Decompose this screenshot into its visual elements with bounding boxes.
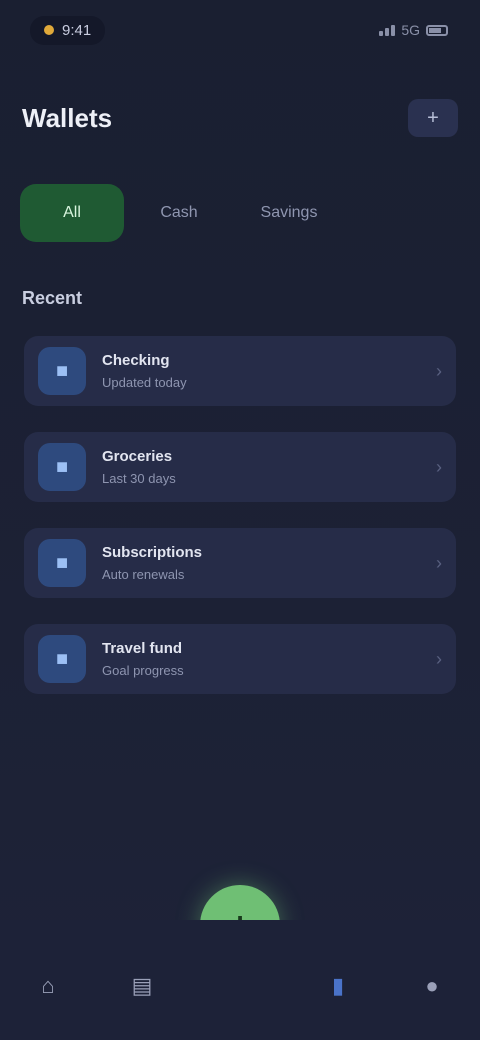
bank-icon: ■ [38, 347, 86, 395]
repeat-icon: ■ [38, 539, 86, 587]
list-item[interactable]: ■ Checking Updated today › [24, 336, 456, 406]
status-time: 9:41 [62, 21, 92, 39]
user-icon: ● [425, 973, 439, 998]
nav-cards[interactable]: ▮ [316, 964, 360, 1008]
home-icon: ⌂ [41, 973, 55, 998]
nav-home[interactable]: ⌂ [26, 964, 70, 1008]
add-wallet-button[interactable]: + [408, 99, 458, 137]
filter-tabs: All Cash Savings [20, 182, 460, 244]
status-indicators: 5G [379, 22, 448, 38]
tab-cash[interactable]: Cash [134, 184, 224, 242]
list-item-subtitle: Updated today [102, 375, 187, 390]
page-title: Wallets [22, 102, 113, 133]
nav-profile[interactable]: ● [410, 964, 454, 1008]
list-item-text: Checking Updated today [102, 352, 187, 390]
cart-icon: ■ [38, 443, 86, 491]
bottom-nav: ⌂ ▤ ▮ ● [0, 920, 480, 1040]
chart-icon: ▤ [131, 973, 153, 998]
list-item-subtitle: Goal progress [102, 663, 184, 678]
status-time-pill: 9:41 [30, 15, 106, 45]
list-item-text: Groceries Last 30 days [102, 448, 176, 486]
section-label: Recent [22, 288, 83, 308]
list-item[interactable]: ■ Travel fund Goal progress › [24, 624, 456, 694]
status-dot-icon [44, 25, 54, 35]
signal-icon [379, 24, 396, 36]
nav-stats[interactable]: ▤ [120, 964, 164, 1008]
list-item-title: Groceries [102, 448, 173, 465]
list-item[interactable]: ■ Subscriptions Auto renewals › [24, 528, 456, 598]
list-item-text: Travel fund Goal progress [102, 640, 184, 678]
chevron-right-icon: › [436, 456, 442, 477]
chevron-right-icon: › [436, 360, 442, 381]
status-bar: 9:41 5G [0, 0, 480, 60]
plus-icon: + [427, 106, 439, 129]
tab-all[interactable]: All [20, 184, 124, 242]
list-item[interactable]: ■ Groceries Last 30 days › [24, 432, 456, 502]
chevron-right-icon: › [436, 552, 442, 573]
battery-icon [426, 24, 448, 36]
list-item-subtitle: Auto renewals [102, 567, 185, 582]
list-item-title: Checking [102, 352, 170, 369]
list-item-subtitle: Last 30 days [102, 471, 176, 486]
network-label: 5G [401, 22, 420, 38]
list-item-text: Subscriptions Auto renewals [102, 544, 202, 582]
list-item-title: Travel fund [102, 640, 183, 657]
app-screen: 9:41 5G Wallets + All Cash Savings Recen… [0, 0, 480, 1040]
list-item-title: Subscriptions [102, 544, 203, 561]
plane-icon: ■ [38, 635, 86, 683]
card-icon: ▮ [331, 973, 345, 998]
wallet-list: ■ Checking Updated today › ■ Groceries L… [24, 336, 456, 720]
tab-savings[interactable]: Savings [234, 184, 344, 242]
chevron-right-icon: › [436, 648, 442, 669]
header: Wallets + [22, 96, 458, 140]
